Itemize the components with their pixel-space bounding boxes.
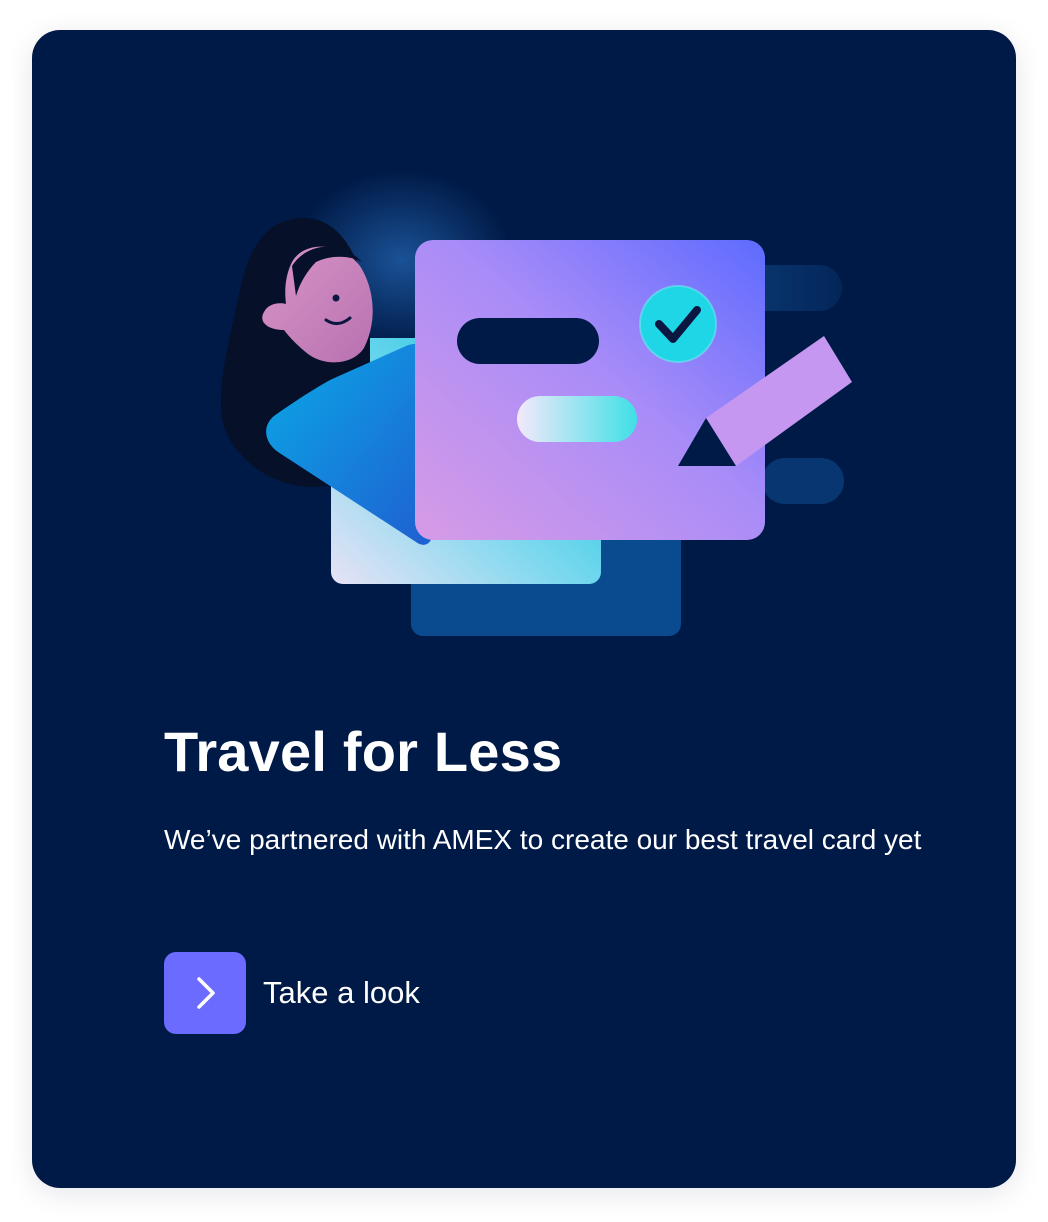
woman-eye: [332, 294, 340, 302]
take-a-look-label[interactable]: Take a look: [263, 973, 420, 1013]
checkmark-icon: [639, 285, 717, 363]
take-a-look-button[interactable]: [164, 952, 246, 1034]
card-title: Travel for Less: [164, 720, 563, 783]
card-description: We’ve partnered with AMEX to create our …: [164, 824, 922, 855]
take-a-look-link[interactable]: Take a look: [164, 952, 420, 1034]
card-pill-dark: [457, 318, 599, 364]
chevron-right-icon: [197, 977, 215, 1009]
front-card: [415, 240, 765, 540]
promo-card: Travel for Less We’ve partnered with AME…: [32, 30, 1016, 1188]
travel-card-illustration: [220, 170, 852, 636]
floating-pill-bottom: [762, 458, 844, 504]
card-pill-light: [517, 396, 637, 442]
